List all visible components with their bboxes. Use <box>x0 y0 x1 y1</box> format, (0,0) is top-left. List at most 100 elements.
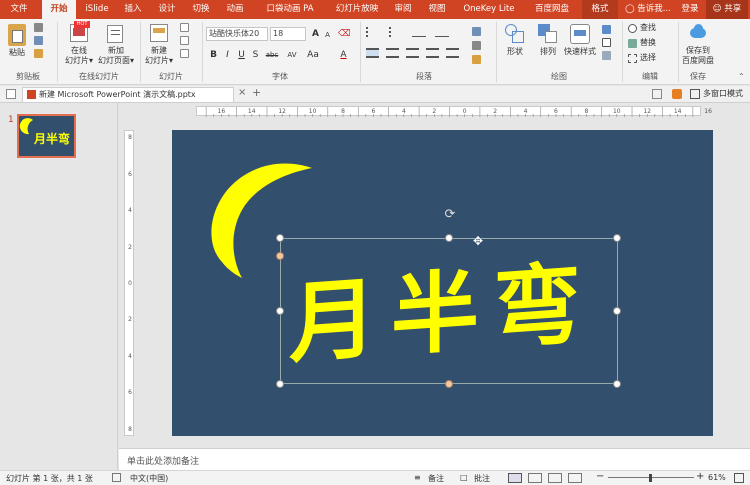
tab-slideshow[interactable]: 幻灯片放映 <box>330 0 384 19</box>
new-slide-icon[interactable] <box>150 24 168 42</box>
italic-button[interactable]: I <box>222 49 233 61</box>
zoom-in-button[interactable]: + <box>696 471 704 482</box>
baidu-label[interactable]: 百度网盘 <box>680 56 716 66</box>
slide-title-text[interactable]: 月半弯 <box>289 233 619 392</box>
align-text-icon[interactable] <box>472 41 481 50</box>
shapes-button[interactable]: 形状 <box>500 47 530 57</box>
adjust-handle[interactable] <box>445 380 453 388</box>
online-label-2[interactable]: 幻灯片▾ <box>61 56 97 66</box>
tab-insert[interactable]: 插入 <box>118 0 148 19</box>
slide-canvas[interactable]: 月半弯 ⟳ ✥ <box>172 130 713 436</box>
pin-icon[interactable] <box>652 89 662 99</box>
shape-effects-icon[interactable] <box>602 51 611 60</box>
normal-view-icon[interactable] <box>508 473 522 483</box>
smartart-icon[interactable] <box>472 55 481 64</box>
find-button[interactable]: 查找 <box>640 23 656 33</box>
font-color-button[interactable]: A <box>338 49 349 61</box>
clear-format-button[interactable]: ⌫ <box>338 28 351 40</box>
resize-handle[interactable] <box>445 234 453 242</box>
online-label[interactable]: 在线 <box>61 46 97 56</box>
layout-icon[interactable] <box>180 23 189 32</box>
quick-styles-button[interactable]: 快速样式 <box>560 47 600 57</box>
new-page-label-2[interactable]: 幻灯页面▾ <box>96 56 136 66</box>
tab-view[interactable]: 视图 <box>422 0 452 19</box>
tab-transitions[interactable]: 切换 <box>186 0 216 19</box>
paste-button[interactable]: 粘贴 <box>4 48 30 58</box>
tab-home[interactable]: 开始 <box>42 0 76 19</box>
language-label[interactable]: 中文(中国) <box>130 473 168 484</box>
select-button[interactable]: 选择 <box>640 53 656 63</box>
resize-handle[interactable] <box>276 380 284 388</box>
new-page-icon[interactable] <box>107 25 123 43</box>
tab-animations[interactable]: 动画 <box>220 0 250 19</box>
sorter-view-icon[interactable] <box>528 473 542 483</box>
multiwindow-label[interactable]: 多窗口模式 <box>703 88 743 99</box>
font-name-dropdown[interactable]: 站酷快乐体20 <box>206 27 268 41</box>
cloud-icon[interactable] <box>688 24 708 42</box>
multiwindow-icon[interactable] <box>690 89 700 99</box>
tab-review[interactable]: 审阅 <box>388 0 418 19</box>
notes-button[interactable]: 备注 <box>428 473 444 484</box>
doc-list-icon[interactable] <box>6 89 16 99</box>
slide-thumbnail[interactable]: 月半弯 <box>17 114 76 158</box>
tab-baidu[interactable]: 百度网盘 <box>526 0 578 19</box>
shape-fill-icon[interactable] <box>602 25 611 34</box>
shape-outline-icon[interactable] <box>602 38 611 47</box>
char-spacing-button[interactable]: AV <box>284 49 300 61</box>
add-tab-button[interactable]: + <box>252 86 261 99</box>
select-icon[interactable] <box>628 54 637 63</box>
notes-pane[interactable]: 单击此处添加备注 <box>119 448 750 470</box>
resize-handle[interactable] <box>276 234 284 242</box>
font-shrink-button[interactable]: A <box>322 29 333 41</box>
change-case-button[interactable]: Aa <box>306 49 320 61</box>
close-tab-button[interactable]: × <box>238 87 246 98</box>
replace-button[interactable]: 替换 <box>640 38 656 48</box>
paste-icon[interactable] <box>8 24 26 46</box>
tab-design[interactable]: 设计 <box>152 0 182 19</box>
underline-button[interactable]: U <box>236 49 247 61</box>
cut-icon[interactable] <box>34 23 43 32</box>
tab-onekey[interactable]: OneKey Lite <box>456 0 522 19</box>
copy-icon[interactable] <box>34 36 43 45</box>
slideshow-view-icon[interactable] <box>568 473 582 483</box>
tellme-box[interactable]: ◯ 告诉我... <box>622 0 674 19</box>
login-link[interactable]: 登录 <box>678 0 702 19</box>
new-slide-label[interactable]: 新建 <box>142 46 176 56</box>
spellcheck-icon[interactable] <box>112 473 121 482</box>
strikethrough-button[interactable]: abc <box>264 49 280 61</box>
resize-handle[interactable] <box>276 307 284 315</box>
notes-placeholder[interactable]: 单击此处添加备注 <box>127 454 199 467</box>
shapes-icon[interactable] <box>505 24 525 44</box>
resize-handle[interactable] <box>613 234 621 242</box>
reset-icon[interactable] <box>180 36 189 45</box>
tab-file[interactable]: 文件 <box>2 0 36 19</box>
bold-button[interactable]: B <box>208 49 219 61</box>
adjust-handle[interactable] <box>276 252 284 260</box>
quick-styles-icon[interactable] <box>570 24 590 44</box>
save-to-label[interactable]: 保存到 <box>680 46 716 56</box>
zoom-out-button[interactable]: − <box>596 471 604 482</box>
zoom-level[interactable]: 61% <box>708 473 726 482</box>
fit-slide-icon[interactable] <box>734 473 744 483</box>
collapse-ribbon-icon[interactable]: ⌃ <box>738 72 745 81</box>
settings-icon[interactable] <box>672 89 682 99</box>
section-icon[interactable] <box>180 49 189 58</box>
font-size-dropdown[interactable]: 18 <box>270 27 306 41</box>
tab-pa[interactable]: 口袋动画 PA <box>254 0 326 19</box>
reading-view-icon[interactable] <box>548 473 562 483</box>
comments-button[interactable]: 批注 <box>474 473 490 484</box>
text-box[interactable]: 月半弯 <box>280 238 618 384</box>
replace-icon[interactable] <box>628 39 637 48</box>
tab-islide[interactable]: iSlide <box>80 0 114 19</box>
shadow-button[interactable]: S <box>250 49 261 61</box>
new-page-label[interactable]: 新加 <box>98 46 134 56</box>
resize-handle[interactable] <box>613 380 621 388</box>
zoom-slider-thumb[interactable] <box>649 474 652 482</box>
font-grow-button[interactable]: A <box>310 28 321 40</box>
resize-handle[interactable] <box>613 307 621 315</box>
new-slide-label-2[interactable]: 幻灯片▾ <box>140 56 178 66</box>
tab-format[interactable]: 格式 <box>582 0 618 19</box>
rotate-handle-icon[interactable]: ⟳ <box>443 208 457 222</box>
arrange-icon[interactable] <box>538 24 558 44</box>
document-tab[interactable]: 新建 Microsoft PowerPoint 演示文稿.pptx <box>22 87 234 102</box>
